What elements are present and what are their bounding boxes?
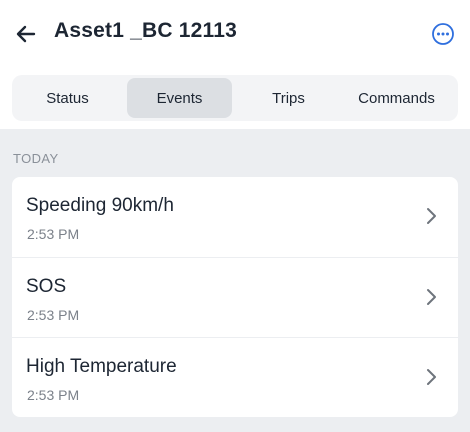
event-item[interactable]: SOS 2:53 PM xyxy=(12,257,458,337)
chevron-right-icon xyxy=(422,287,440,307)
app-header: Asset1 _BC 12113 xyxy=(0,0,470,68)
events-content: TODAY Speeding 90km/h 2:53 PM SOS 2:53 P… xyxy=(0,129,470,432)
more-horizontal-circle-icon xyxy=(432,23,454,45)
event-title: SOS xyxy=(26,276,67,297)
arrow-left-icon xyxy=(16,25,36,43)
event-title: Speeding 90km/h xyxy=(26,195,174,216)
event-time: 2:53 PM xyxy=(27,307,80,323)
events-list: Speeding 90km/h 2:53 PM SOS 2:53 PM High… xyxy=(12,177,458,417)
tab-trips[interactable]: Trips xyxy=(236,78,341,118)
section-label-today: TODAY xyxy=(13,151,59,166)
chevron-right-icon xyxy=(422,367,440,387)
event-time: 2:53 PM xyxy=(27,387,80,403)
more-options-button[interactable] xyxy=(430,21,456,47)
chevron-right-icon xyxy=(422,206,440,226)
event-title: High Temperature xyxy=(26,356,177,377)
tab-status[interactable]: Status xyxy=(15,78,120,118)
segmented-tabs: Status Events Trips Commands xyxy=(12,75,458,121)
back-button[interactable] xyxy=(12,20,40,48)
tab-commands[interactable]: Commands xyxy=(344,78,449,118)
event-item[interactable]: Speeding 90km/h 2:53 PM xyxy=(12,177,458,257)
tab-events[interactable]: Events xyxy=(127,78,232,118)
event-time: 2:53 PM xyxy=(27,226,80,242)
event-item[interactable]: High Temperature 2:53 PM xyxy=(12,337,458,417)
page-title: Asset1 _BC 12113 xyxy=(54,19,237,42)
